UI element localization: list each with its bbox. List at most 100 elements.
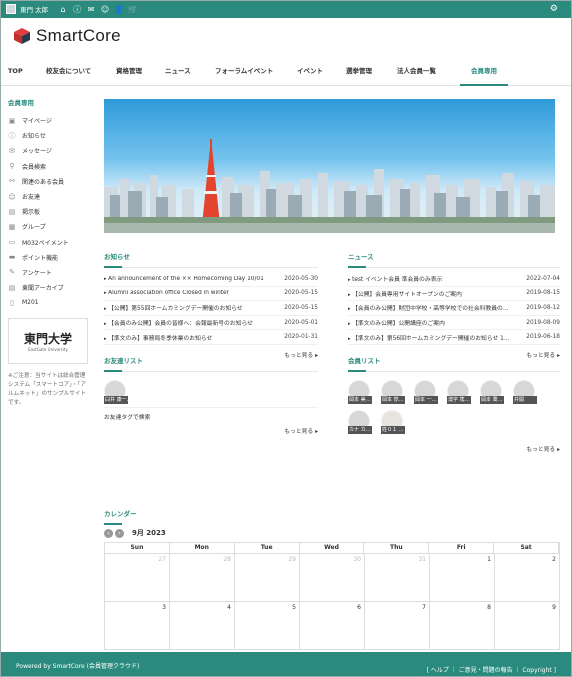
member-name: 姓０１ … — [381, 426, 405, 434]
university-logo[interactable]: 東門大学 EastGate University — [8, 318, 88, 365]
news-headline[interactable]: 【公開】会員専用サイトオープンのご案内 — [348, 289, 462, 298]
member-avatar[interactable]: 井開 — [513, 380, 537, 404]
sidebar-item-related-members[interactable]: ⚯ 関連のある会員 — [8, 174, 94, 189]
home-icon[interactable]: ⌂ — [58, 4, 68, 14]
calendar-day[interactable]: 5 — [235, 602, 300, 650]
next-month-button[interactable]: › — [115, 528, 124, 538]
powered-by-text[interactable]: Powered by SmartCore (会員管理クラウド) — [16, 661, 139, 670]
sidebar-item-survey[interactable]: ✎ アンケート — [8, 265, 94, 280]
sidebar-item-label: M032ペイメント — [22, 239, 69, 247]
notice-title[interactable]: 【準文のみ】事務局冬季休業のお知らせ — [104, 333, 212, 342]
list-item[interactable]: test イベント会員 準会員のみ表示 2022-07-04 — [348, 272, 560, 287]
nav-qualification[interactable]: 資格管理 — [116, 56, 165, 86]
sidebar-title: 会員専用 — [8, 99, 34, 107]
member-avatar[interactable]: 岡本 一… — [414, 380, 438, 404]
member-name: カナ カ… — [348, 426, 372, 434]
member-avatar[interactable]: 岡本 美… — [348, 380, 372, 404]
calendar-day[interactable]: 6 — [300, 602, 365, 650]
notice-title[interactable]: 【公開】第55回ホームカミングデー開催のお知らせ — [104, 303, 243, 312]
sidebar-item-m201[interactable]: ▯ M201 — [8, 295, 94, 310]
list-item[interactable]: 【会員のみ公開】財団中学校・高等学校での社会科教員の… 2019-08-12 — [348, 301, 560, 316]
member-avatar[interactable]: 澳字 篤… — [447, 380, 471, 404]
sidebar-item-label: マイページ — [22, 118, 52, 126]
calendar-day[interactable]: 30 — [300, 554, 365, 602]
sidebar-item-board[interactable]: ▤ 掲示板 — [8, 204, 94, 219]
news-title: ニュース — [348, 251, 560, 268]
news-headline[interactable]: test イベント会員 準会員のみ表示 — [348, 274, 442, 283]
calendar-day[interactable]: 3 — [105, 602, 170, 650]
news-headline[interactable]: 【会員のみ公開】財団中学校・高等学校での社会科教員の… — [348, 303, 509, 312]
list-item[interactable]: 【準文のみ】事務局冬季休業のお知らせ 2020-01-31 — [104, 330, 318, 345]
calendar-day[interactable]: 29 — [235, 554, 300, 602]
sidebar-item-member-search[interactable]: ⚲ 会員検索 — [8, 159, 94, 174]
calendar-day[interactable]: 8 — [430, 602, 495, 650]
archive-icon: ▤ — [8, 283, 16, 292]
footer: Powered by SmartCore (会員管理クラウド) [ ヘルプ ｜ … — [0, 652, 572, 677]
friend-avatar[interactable]: 臼井 康一… — [104, 380, 128, 404]
member-avatar[interactable]: 岡本 喬… — [480, 380, 504, 404]
list-item[interactable]: Alumni association office Closed in wint… — [104, 287, 318, 302]
mail-icon[interactable]: ✉ — [86, 4, 96, 14]
gear-icon[interactable]: ⚙ — [550, 4, 558, 14]
calendar-day[interactable]: 9 — [495, 602, 560, 650]
member-name: 澳字 篤… — [447, 396, 471, 404]
list-item[interactable]: 【準文のみ公開】公開講座のご案内 2019-08-09 — [348, 316, 560, 331]
prev-month-button[interactable]: ‹ — [104, 528, 113, 538]
user-icon[interactable]: 👤 — [114, 4, 124, 14]
member-photo-avatar[interactable]: 姓０１ … — [381, 410, 405, 434]
friend-tag-search-link[interactable]: お友達タグで検索 — [104, 412, 318, 421]
smiley-icon[interactable]: ☺ — [100, 4, 110, 14]
sidebar-item-mypage[interactable]: ▣ マイページ — [8, 113, 94, 128]
nav-corporate[interactable]: 法人会員一覧 — [397, 56, 460, 86]
sidebar-item-info[interactable]: ⓘ お知らせ — [8, 128, 94, 143]
members-more-link[interactable]: もっと見る ▸ — [348, 444, 560, 453]
sidebar-item-payment[interactable]: ▭ M032ペイメント — [8, 235, 94, 250]
news-headline[interactable]: 【準文のみ公開】公開講座のご案内 — [348, 318, 445, 327]
footer-links[interactable]: [ ヘルプ ｜ ご意見・問題の報告 ｜ Copyright ] — [427, 665, 556, 674]
friends-more-link[interactable]: もっと見る ▸ — [104, 426, 318, 435]
cart-icon[interactable]: 🛒 — [128, 4, 138, 14]
calendar-day[interactable]: 7 — [365, 602, 430, 650]
news-date: 2022-07-04 — [526, 275, 560, 282]
list-item[interactable]: 【会員のみ公開】会員の皆様へ：会報最新号のお知らせ 2020-05-01 — [104, 316, 318, 331]
list-item[interactable]: 【公開】会員専用サイトオープンのご案内 2019-08-15 — [348, 287, 560, 302]
nav-top[interactable]: TOP — [8, 56, 46, 86]
calendar-day[interactable]: 31 — [365, 554, 430, 602]
sidebar-item-archive[interactable]: ▤ 東聞アーカイブ — [8, 280, 94, 295]
site-logo[interactable]: SmartCore — [0, 18, 572, 54]
news-headline[interactable]: 【準文のみ】第56回ホームカミングデー開催のお知らせ 1… — [348, 333, 510, 342]
calendar-day[interactable]: 1 — [430, 554, 495, 602]
nav-election[interactable]: 選挙管理 — [346, 56, 397, 86]
nav-members-only[interactable]: 会員専用 — [460, 56, 508, 86]
avatar[interactable] — [6, 4, 16, 14]
calendar-title: カレンダー — [104, 508, 560, 525]
nav-about[interactable]: 校友会について — [46, 56, 116, 86]
calendar-day[interactable]: 2 — [495, 554, 560, 602]
notice-title[interactable]: 【会員のみ公開】会員の皆様へ：会報最新号のお知らせ — [104, 318, 253, 327]
list-item[interactable]: 【公開】第55回ホームカミングデー開催のお知らせ 2020-05-15 — [104, 301, 318, 316]
user-name[interactable]: 東門 太郎 — [20, 4, 48, 14]
member-avatar[interactable]: カナ カ… — [348, 410, 372, 434]
notice-title[interactable]: An announcement of the ×× Homecoming Day… — [104, 276, 264, 282]
sidebar-item-label: お友達 — [22, 194, 41, 202]
calendar-day[interactable]: 4 — [170, 602, 235, 650]
nav-event[interactable]: イベント — [297, 56, 346, 86]
sidebar-item-message[interactable]: ✉ メッセージ — [8, 143, 94, 158]
calendar-month: 9月 2023 — [132, 529, 166, 537]
notice-date: 2020-05-01 — [284, 319, 318, 326]
member-avatar[interactable]: 岡本 惇… — [381, 380, 405, 404]
nav-forum-event[interactable]: フォーラムイベント — [215, 56, 297, 86]
info-icon[interactable]: ⓘ — [72, 4, 82, 14]
calendar-day[interactable]: 27 — [105, 554, 170, 602]
sidebar-item-points[interactable]: ▬ ポイント機能 — [8, 250, 94, 265]
calendar-day[interactable]: 28 — [170, 554, 235, 602]
friends-section: お友達リスト 臼井 康一… お友達タグで検索 もっと見る ▸ — [104, 355, 318, 435]
sidebar-item-group[interactable]: ▦ グループ — [8, 219, 94, 234]
friend-icon: ☺ — [8, 192, 16, 201]
notice-title[interactable]: Alumni association office Closed in wint… — [104, 290, 229, 296]
nav-news[interactable]: ニュース — [165, 56, 215, 86]
friend-name: 臼井 康一… — [104, 396, 128, 404]
list-item[interactable]: 【準文のみ】第56回ホームカミングデー開催のお知らせ 1… 2019-06-18 — [348, 330, 560, 345]
sidebar-item-friends[interactable]: ☺ お友達 — [8, 189, 94, 204]
list-item[interactable]: An announcement of the ×× Homecoming Day… — [104, 272, 318, 287]
